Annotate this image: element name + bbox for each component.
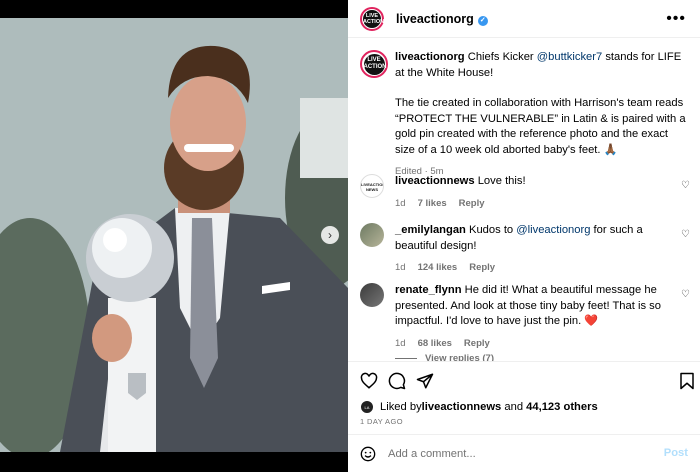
likes-prefix: Liked by [380, 401, 422, 413]
author-username-text: liveactionorg [396, 11, 474, 26]
commenter-avatar-logo: LIVEACTION NEWS [361, 182, 384, 192]
commenter-avatar[interactable] [360, 283, 384, 307]
chevron-right-icon: › [328, 228, 332, 242]
comment-meta: 1d 7 likes Reply [395, 196, 672, 212]
comment-time: 1d [395, 262, 406, 273]
author-avatar[interactable]: LIVE ACTION [360, 6, 384, 31]
post-date[interactable]: 1 DAY AGO [360, 417, 403, 426]
caption-username[interactable]: liveactionorg [395, 51, 465, 63]
comment-item: _emilylangan Kudos to @liveactionorg for… [360, 223, 690, 276]
comment-meta: 1d 124 likes Reply [395, 260, 672, 276]
comments-scroll-area[interactable]: LIVE ACTION liveactionorg Chiefs Kicker … [348, 38, 700, 361]
post-sidebar: LIVE ACTION liveactionorg ✓ ••• LIVE ACTI… [348, 0, 700, 472]
author-avatar-logo: LIVE ACTION [363, 9, 384, 28]
comment-icon[interactable] [388, 372, 406, 390]
comment-item: renate_flynn He did it! What a beautiful… [360, 283, 690, 351]
liker-avatar[interactable]: LA [360, 400, 374, 414]
likes-count[interactable]: 44,123 others [526, 401, 598, 413]
comment-text: Love this! [474, 175, 526, 187]
comment-like-heart-icon[interactable]: ♡ [681, 289, 690, 300]
action-bar [348, 361, 700, 397]
more-options-icon[interactable]: ••• [666, 10, 686, 28]
comment-time: 1d [395, 197, 406, 209]
likes-middle: and [501, 401, 527, 413]
likes-summary: LA Liked by liveactionnews and 44,123 ot… [360, 400, 598, 414]
comment-reply-button[interactable]: Reply [464, 338, 490, 349]
comment-like-heart-icon[interactable]: ♡ [681, 180, 690, 191]
author-username[interactable]: liveactionorg ✓ [396, 12, 488, 26]
comment-likes[interactable]: 7 likes [418, 198, 447, 209]
add-comment-bar: Post [348, 434, 700, 472]
post-photo[interactable] [0, 18, 348, 452]
next-image-button[interactable]: › [321, 226, 339, 244]
comment-text: Kudos to [465, 224, 517, 236]
comment-reply-button[interactable]: Reply [459, 198, 485, 209]
post-header: LIVE ACTION liveactionorg ✓ ••• [348, 0, 700, 38]
share-icon[interactable] [416, 372, 434, 390]
comment-likes[interactable]: 124 likes [418, 262, 458, 273]
comment-reply-button[interactable]: Reply [469, 262, 495, 273]
comment-likes[interactable]: 68 likes [418, 338, 452, 349]
comment-meta: 1d 68 likes Reply [395, 336, 672, 352]
bookmark-icon[interactable] [678, 372, 696, 390]
caption-mention[interactable]: @buttkicker7 [537, 51, 602, 63]
view-replies-button[interactable]: View replies (7) [395, 353, 494, 361]
comment-time: 1d [395, 337, 406, 349]
verified-badge-icon: ✓ [477, 15, 488, 26]
caption-avatar[interactable]: LIVE ACTION [360, 50, 388, 78]
caption-avatar-logo: LIVE ACTION [363, 53, 387, 75]
comment-input[interactable] [388, 447, 648, 460]
comment-item: LIVEACTION NEWS liveactionnews Love this… [360, 174, 690, 211]
view-replies-label: View replies (7) [425, 353, 494, 361]
post-caption: LIVE ACTION liveactionorg Chiefs Kicker … [360, 50, 690, 180]
photo-illustration [0, 18, 348, 452]
comment-like-heart-icon[interactable]: ♡ [681, 229, 690, 240]
comment-username[interactable]: _emilylangan [395, 224, 466, 236]
caption-text: Chiefs Kicker [464, 51, 537, 63]
post-media: › [0, 0, 348, 472]
comment-username[interactable]: liveactionnews [395, 175, 475, 187]
post-comment-button[interactable]: Post [664, 447, 688, 459]
comment-mention[interactable]: @liveactionorg [516, 224, 590, 236]
emoji-icon[interactable] [360, 446, 376, 462]
commenter-avatar[interactable] [360, 223, 384, 247]
comment-username[interactable]: renate_flynn [395, 284, 462, 296]
replies-divider [395, 357, 417, 359]
caption-paragraph: The tie created in collaboration with Ha… [395, 97, 686, 156]
commenter-avatar[interactable]: LIVEACTION NEWS [360, 174, 384, 198]
likes-user[interactable]: liveactionnews [422, 401, 502, 413]
heart-icon[interactable] [360, 372, 378, 390]
